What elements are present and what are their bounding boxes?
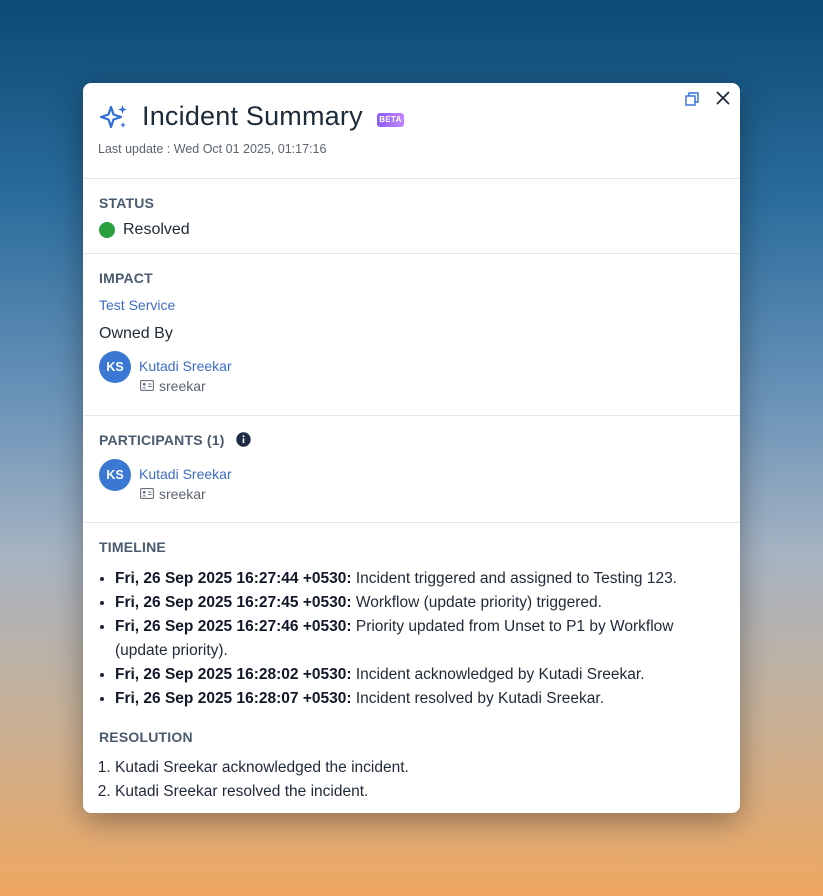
event-time: Fri, 26 Sep 2025 16:27:44 +0530: — [115, 570, 352, 587]
resolution-step: Kutadi Sreekar resolved the incident. — [115, 780, 727, 804]
impact-label: IMPACT — [99, 270, 153, 286]
close-icon[interactable] — [715, 90, 731, 106]
info-icon[interactable] — [236, 432, 251, 447]
participants-section: PARTICIPANTS (1) KS Kutadi Sreekar sreek… — [83, 416, 740, 523]
owned-by-label: Owned By — [99, 325, 173, 342]
event-text: Incident resolved by Kutadi Sreekar. — [355, 690, 605, 707]
beta-badge: BETA — [377, 113, 404, 127]
event-text: Incident triggered and assigned to Testi… — [355, 570, 677, 587]
service-link[interactable]: Test Service — [99, 297, 175, 313]
resolution-step: Kutadi Sreekar acknowledged the incident… — [115, 756, 727, 780]
impact-section: IMPACT Test Service Owned By KS Kutadi S… — [83, 254, 740, 416]
event-time: Fri, 26 Sep 2025 16:28:07 +0530: — [115, 690, 352, 707]
last-update-text: Last update : Wed Oct 01 2025, 01:17:16 — [98, 142, 327, 156]
panel-title: Incident Summary — [142, 101, 363, 131]
timeline-event: Fri, 26 Sep 2025 16:27:46 +0530: Priorit… — [115, 615, 727, 663]
timeline-event: Fri, 26 Sep 2025 16:27:44 +0530: Inciden… — [115, 567, 727, 591]
panel-header: Incident Summary BETA Last update : Wed … — [83, 83, 740, 179]
sparkle-icon — [99, 105, 127, 129]
owner-user: KS Kutadi Sreekar sreekar — [99, 351, 399, 397]
resolution-list: Kutadi Sreekar acknowledged the incident… — [115, 756, 727, 804]
event-time: Fri, 26 Sep 2025 16:28:02 +0530: — [115, 666, 352, 683]
avatar: KS — [99, 351, 131, 383]
status-dot — [99, 222, 115, 238]
timeline-list: Fri, 26 Sep 2025 16:27:44 +0530: Inciden… — [115, 567, 727, 711]
timeline-section: TIMELINE Fri, 26 Sep 2025 16:27:44 +0530… — [83, 523, 740, 813]
id-card-icon — [140, 380, 154, 391]
status-label: STATUS — [99, 195, 155, 211]
status-value: Resolved — [123, 221, 190, 238]
timeline-event: Fri, 26 Sep 2025 16:27:45 +0530: Workflo… — [115, 591, 727, 615]
event-time: Fri, 26 Sep 2025 16:27:46 +0530: — [115, 618, 352, 635]
copy-icon[interactable] — [684, 91, 700, 107]
avatar: KS — [99, 459, 131, 491]
timeline-event: Fri, 26 Sep 2025 16:28:07 +0530: Inciden… — [115, 687, 727, 711]
incident-summary-panel: Incident Summary BETA Last update : Wed … — [83, 83, 740, 813]
participant-user: KS Kutadi Sreekar sreekar — [99, 459, 399, 505]
owner-name-link[interactable]: Kutadi Sreekar — [139, 358, 232, 374]
participants-label: PARTICIPANTS (1) — [99, 432, 225, 448]
event-time: Fri, 26 Sep 2025 16:27:45 +0530: — [115, 594, 352, 611]
participant-handle: sreekar — [159, 486, 206, 502]
event-text: Incident acknowledged by Kutadi Sreekar. — [355, 666, 645, 683]
id-card-icon — [140, 488, 154, 499]
resolution-label: RESOLUTION — [99, 729, 193, 745]
event-text: Workflow (update priority) triggered. — [355, 594, 602, 611]
owner-handle: sreekar — [159, 378, 206, 394]
timeline-label: TIMELINE — [99, 539, 166, 555]
participant-name-link[interactable]: Kutadi Sreekar — [139, 466, 232, 482]
status-section: STATUS Resolved — [83, 179, 740, 254]
timeline-event: Fri, 26 Sep 2025 16:28:02 +0530: Inciden… — [115, 663, 727, 687]
